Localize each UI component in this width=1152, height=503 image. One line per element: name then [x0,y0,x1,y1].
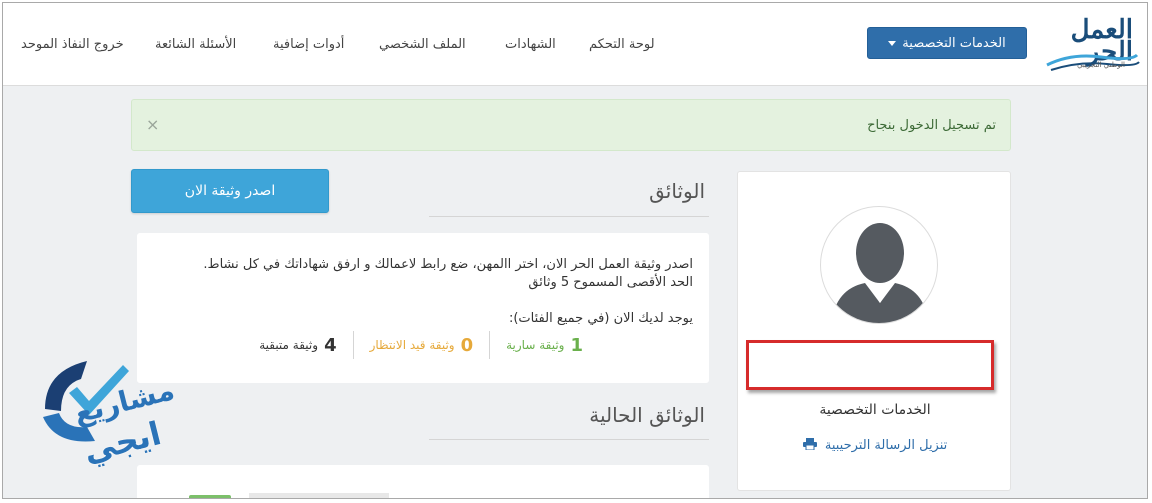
close-icon[interactable]: × [146,115,159,134]
document-stats: 1 وثيقة سارية 0 وثيقة قيد الانتظار 4 وثي… [243,331,599,359]
documents-info-panel: اصدر وثيقة العمل الحر الان، اختر االمهن،… [137,233,709,383]
nav-faq[interactable]: الأسئلة الشائعة [155,37,236,52]
documents-heading: الوثائق [649,179,705,203]
stat-active-label: وثيقة سارية [506,338,565,352]
nav-logout[interactable]: خروج النفاذ الموحد [21,37,124,52]
info-summary-label: يوجد لديك الان (في جميع الفئات): [508,311,693,326]
download-link-label: تنزيل الرسالة الترحيبية [824,438,948,453]
user-silhouette-icon [831,223,929,323]
stat-remaining-value: 4 [324,334,337,356]
stat-remaining-label: وثيقة متبقية [259,338,319,352]
profile-category: الخدمات التخصصية [819,402,931,418]
profile-card: الخدمات التخصصية تنزيل الرسالة الترحيبية [737,171,1011,491]
stat-pending-label: وثيقة قيد الانتظار [369,338,455,352]
watermark-logo: مشاريع ايجي [25,349,205,489]
specialized-services-dropdown[interactable]: الخدمات التخصصية [867,27,1027,59]
nav-dashboard[interactable]: لوحة التحكم [589,37,655,52]
nav-certificates[interactable]: الشهادات [505,37,556,52]
stat-remaining: 4 وثيقة متبقية [243,331,354,359]
redacted-name-box [746,340,994,390]
services-button-label: الخدمات التخصصية [902,35,1006,51]
info-instructions: اصدر وثيقة العمل الحر الان، اختر االمهن،… [203,257,693,272]
app-window: العمل الحر الوطني التجريبي الخدمات التخص… [2,2,1148,499]
download-welcome-letter-link[interactable]: تنزيل الرسالة الترحيبية [738,438,1012,453]
caret-down-icon [888,40,897,46]
site-logo[interactable]: العمل الحر الوطني التجريبي [1041,17,1141,73]
divider [429,216,709,217]
issue-document-button[interactable]: اصدر وثيقة الان [131,169,329,213]
top-navbar: العمل الحر الوطني التجريبي الخدمات التخص… [3,3,1147,86]
logo-subtitle: الوطني التجريبي [1077,61,1125,69]
success-alert: تم تسجيل الدخول بنجاح × [131,99,1011,151]
alert-message: تم تسجيل الدخول بنجاح [867,118,996,133]
stat-active: 1 وثيقة سارية [490,331,599,359]
stat-pending: 0 وثيقة قيد الانتظار [354,331,491,359]
status-badge [189,495,231,498]
stat-pending-value: 0 [460,334,474,356]
nav-extra-tools[interactable]: أدوات إضافية [273,37,344,52]
divider [429,439,709,440]
nav-profile[interactable]: الملف الشخصي [379,37,466,52]
document-card-text-placeholder [249,493,389,498]
info-max-limit: الحد الأقصى المسموح 5 وثائق [528,275,693,290]
document-card [137,465,709,498]
printer-icon [802,438,817,451]
stat-active-value: 1 [570,334,583,356]
current-documents-heading: الوثائق الحالية [589,403,705,427]
avatar [820,206,938,324]
